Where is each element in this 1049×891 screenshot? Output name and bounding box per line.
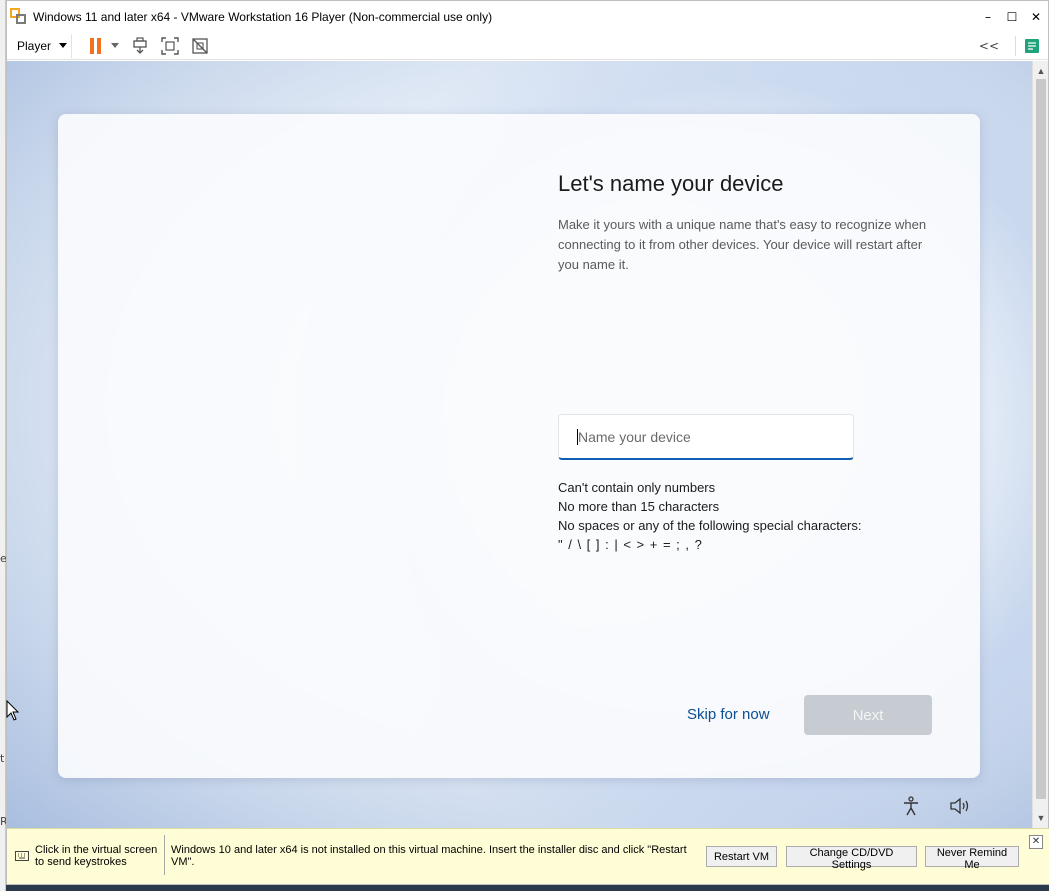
rule-text: Can't contain only numbers <box>558 480 716 495</box>
notification-bar: Click in the virtual screen to send keys… <box>7 828 1049 884</box>
chevron-down-icon <box>59 43 68 48</box>
toolbar-right: << <box>979 32 1048 60</box>
window-controls: – ☐ ✕ <box>976 1 1048 32</box>
change-cd-dvd-settings-button[interactable]: Change CD/DVD Settings <box>786 846 917 871</box>
restart-vm-button[interactable]: Restart VM <box>706 846 777 867</box>
oobe-card: Let's name your device Make it yours wit… <box>58 114 980 778</box>
full-screen-icon[interactable] <box>161 36 179 55</box>
notification-message: Windows 10 and later x64 is not installe… <box>171 844 687 868</box>
power-menu-chevron-icon[interactable] <box>111 43 120 48</box>
library-notes-icon[interactable] <box>1024 38 1040 54</box>
title-bar[interactable]: Windows 11 and later x64 - VMware Workst… <box>7 1 1048 32</box>
scroll-up-icon[interactable]: ▲ <box>1033 63 1049 79</box>
page-description: Make it yours with a unique name that's … <box>558 217 927 272</box>
vmware-app-icon <box>10 7 28 26</box>
keyboard-icon <box>15 849 29 861</box>
rule-special-characters: " / \ [ ] : | < > + = ; , ? <box>558 537 703 552</box>
send-ctrl-alt-del-icon[interactable] <box>131 36 149 55</box>
pause-icon[interactable] <box>89 37 103 54</box>
rule-text: No more than 15 characters <box>558 499 720 514</box>
virtual-machine-screen[interactable]: Let's name your device Make it yours wit… <box>7 61 1032 828</box>
player-toolbar: Player << <box>7 32 1048 60</box>
name-rules: Can't contain only numbers No more than … <box>558 478 862 554</box>
toolbar-separator <box>1015 36 1016 56</box>
player-menu-button[interactable]: Player <box>13 33 73 58</box>
close-button[interactable]: ✕ <box>1024 1 1048 32</box>
never-remind-me-button[interactable]: Never Remind Me <box>925 846 1019 871</box>
scrollbar-thumb[interactable] <box>1036 79 1046 799</box>
collapse-toolbar-button[interactable]: << <box>979 39 999 53</box>
skip-for-now-link[interactable]: Skip for now <box>687 706 770 723</box>
close-notification-icon[interactable]: ✕ <box>1029 835 1043 849</box>
vertical-scrollbar[interactable]: ▲ ▼ <box>1032 61 1048 828</box>
mouse-pointer-icon <box>6 699 20 722</box>
scroll-down-icon[interactable]: ▼ <box>1033 810 1049 826</box>
player-menu-label: Player <box>17 38 52 53</box>
device-name-input[interactable] <box>558 414 854 460</box>
accessibility-icon[interactable] <box>901 796 921 816</box>
text-cursor <box>577 429 578 445</box>
vmware-player-window: Windows 11 and later x64 - VMware Workst… <box>6 0 1049 885</box>
window-title: Windows 11 and later x64 - VMware Workst… <box>33 9 493 24</box>
page-title: Let's name your device <box>558 171 784 196</box>
notification-separator <box>164 835 165 875</box>
minimize-button[interactable]: – <box>976 1 1000 32</box>
maximize-button[interactable]: ☐ <box>1000 1 1024 32</box>
volume-icon[interactable] <box>949 796 971 816</box>
next-button[interactable]: Next <box>804 695 932 735</box>
rule-text: No spaces or any of the following specia… <box>558 518 862 533</box>
keystroke-hint: Click in the virtual screen to send keys… <box>35 844 158 868</box>
desktop-edge-text: t <box>0 752 5 765</box>
unity-icon[interactable] <box>191 37 209 55</box>
